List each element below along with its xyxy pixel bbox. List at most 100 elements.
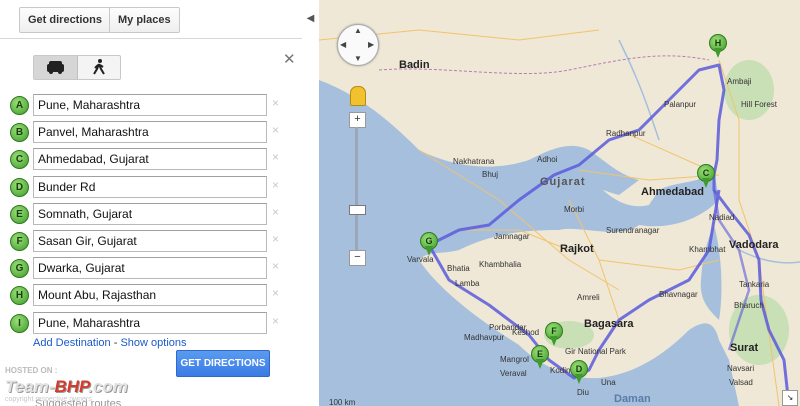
remove-waypoint-icon[interactable]: × xyxy=(272,178,279,192)
watermark-logo-a: Team- xyxy=(5,377,55,396)
get-directions-button[interactable]: GET DIRECTIONS xyxy=(176,350,270,377)
waypoint-input[interactable]: Bunder Rd xyxy=(33,176,267,198)
pan-up-icon[interactable]: ▲ xyxy=(354,26,362,35)
map-label: Badin xyxy=(399,59,430,71)
waypoint-marker-icon[interactable]: D xyxy=(10,178,29,197)
add-destination-link[interactable]: Add Destination xyxy=(33,337,111,349)
zoom-in-button[interactable]: + xyxy=(349,112,366,128)
map-label: Bhatia xyxy=(447,264,470,273)
waypoint-marker-icon[interactable]: I xyxy=(10,314,29,333)
remove-waypoint-icon[interactable]: × xyxy=(272,123,279,137)
zoom-out-button[interactable]: − xyxy=(349,250,366,266)
waypoint-marker-icon[interactable]: G xyxy=(10,259,29,278)
waypoint-marker-icon[interactable]: E xyxy=(10,205,29,224)
zoom-slider-thumb[interactable] xyxy=(349,205,366,215)
waypoint-marker-icon[interactable]: A xyxy=(10,96,29,115)
my-places-tab[interactable]: My places xyxy=(109,7,180,33)
map-label: Veraval xyxy=(500,369,527,378)
route-pin-g[interactable]: G xyxy=(420,232,438,258)
map-label: Adhoi xyxy=(537,155,558,164)
pin-tail xyxy=(702,178,710,188)
pin-tail xyxy=(536,359,544,369)
pin-tail xyxy=(550,336,558,346)
map-label: Khambhalia xyxy=(479,260,522,269)
remove-waypoint-icon[interactable]: × xyxy=(272,286,279,300)
waypoint-marker-icon[interactable]: C xyxy=(10,150,29,169)
map-label: Una xyxy=(601,378,616,387)
map-label: Bharuch xyxy=(734,301,764,310)
watermark-logo: Team-BHP.com xyxy=(5,377,128,397)
remove-waypoint-icon[interactable]: × xyxy=(272,96,279,110)
pin-tail xyxy=(425,246,433,256)
close-icon[interactable]: ✕ xyxy=(283,50,296,68)
collapse-panel-icon[interactable]: ◀ xyxy=(302,0,319,38)
map-label: Lamba xyxy=(455,279,480,288)
route-pin-e[interactable]: E xyxy=(531,345,549,371)
pin-tail xyxy=(714,48,722,58)
map-label: Palanpur xyxy=(664,100,697,109)
show-options-link[interactable]: Show options xyxy=(120,337,186,349)
watermark-logo-c: .com xyxy=(88,377,128,396)
car-mode-button[interactable] xyxy=(34,56,78,79)
pin-tail xyxy=(575,374,583,384)
waypoint-input[interactable]: Sasan Gir, Gujarat xyxy=(33,230,267,252)
watermark-copyright: copyright respective owners xyxy=(5,396,92,403)
forest-area xyxy=(724,60,774,120)
add-destination-row: Add Destination - Show options xyxy=(33,337,187,349)
link-separator: - xyxy=(113,337,118,349)
map-label: Jamnagar xyxy=(494,232,530,241)
waypoint-input[interactable]: Pune, Maharashtra xyxy=(33,94,267,116)
map-label: Madhavpur xyxy=(464,333,505,342)
map-label: Bagasara xyxy=(584,318,634,330)
remove-waypoint-icon[interactable]: × xyxy=(272,232,279,246)
waypoint-input[interactable]: Somnath, Gujarat xyxy=(33,203,267,225)
waypoint-row: H Mount Abu, Rajasthan × xyxy=(0,284,302,308)
waypoint-row: A Pune, Maharashtra × xyxy=(0,94,302,118)
map-label: Ahmedabad xyxy=(641,186,704,198)
map-scale: 100 km xyxy=(329,398,356,406)
pan-down-icon[interactable]: ▼ xyxy=(354,54,362,63)
route-pin-d[interactable]: D xyxy=(570,360,588,386)
map-view[interactable]: Badin Gujarat Ahmedabad Rajkot Vadodara … xyxy=(319,0,800,406)
waypoint-marker-icon[interactable]: H xyxy=(10,286,29,305)
map-label: Tankaria xyxy=(739,280,770,289)
remove-waypoint-icon[interactable]: × xyxy=(272,314,279,328)
waypoint-input[interactable]: Mount Abu, Rajasthan xyxy=(33,284,267,306)
walk-mode-button[interactable] xyxy=(78,56,120,79)
river xyxy=(738,249,800,264)
map-label: Gir National Park xyxy=(565,347,626,356)
waypoint-input[interactable]: Pune, Maharashtra xyxy=(33,312,267,334)
map-label: Valsad xyxy=(729,378,753,387)
watermark-hosted: HOSTED ON : xyxy=(5,366,58,375)
map-label: Bhuj xyxy=(482,170,499,179)
map-label: Hill Forest xyxy=(741,100,778,109)
waypoint-row: I Pune, Maharashtra × xyxy=(0,312,302,336)
arabian-sea xyxy=(319,80,739,406)
waypoint-row: D Bunder Rd × xyxy=(0,176,302,200)
get-directions-tab[interactable]: Get directions xyxy=(19,7,111,33)
pan-control[interactable]: ▲ ▼ ◀ ▶ xyxy=(337,24,379,66)
expand-map-icon[interactable]: ↘ xyxy=(782,390,798,406)
pegman-icon[interactable] xyxy=(350,86,366,106)
waypoint-input[interactable]: Ahmedabad, Gujarat xyxy=(33,148,267,170)
pan-left-icon[interactable]: ◀ xyxy=(340,40,346,49)
map-label: Nadiad xyxy=(709,213,735,222)
waypoint-row: C Ahmedabad, Gujarat × xyxy=(0,148,302,172)
map-label: Gujarat xyxy=(540,176,586,188)
map-label: Rajkot xyxy=(560,243,594,255)
waypoint-marker-icon[interactable]: F xyxy=(10,232,29,251)
walk-icon xyxy=(93,59,105,75)
waypoint-row: G Dwarka, Gujarat × xyxy=(0,257,302,281)
remove-waypoint-icon[interactable]: × xyxy=(272,150,279,164)
pan-right-icon[interactable]: ▶ xyxy=(368,40,374,49)
zoom-slider-track[interactable] xyxy=(355,127,358,250)
route-pin-h[interactable]: H xyxy=(709,34,727,60)
waypoint-marker-icon[interactable]: B xyxy=(10,123,29,142)
waypoint-input[interactable]: Dwarka, Gujarat xyxy=(33,257,267,279)
waypoint-input[interactable]: Panvel, Maharashtra xyxy=(33,121,267,143)
car-icon xyxy=(47,61,64,74)
remove-waypoint-icon[interactable]: × xyxy=(272,205,279,219)
route-pin-c[interactable]: C xyxy=(697,164,715,190)
remove-waypoint-icon[interactable]: × xyxy=(272,259,279,273)
map-label: Diu xyxy=(577,388,590,397)
